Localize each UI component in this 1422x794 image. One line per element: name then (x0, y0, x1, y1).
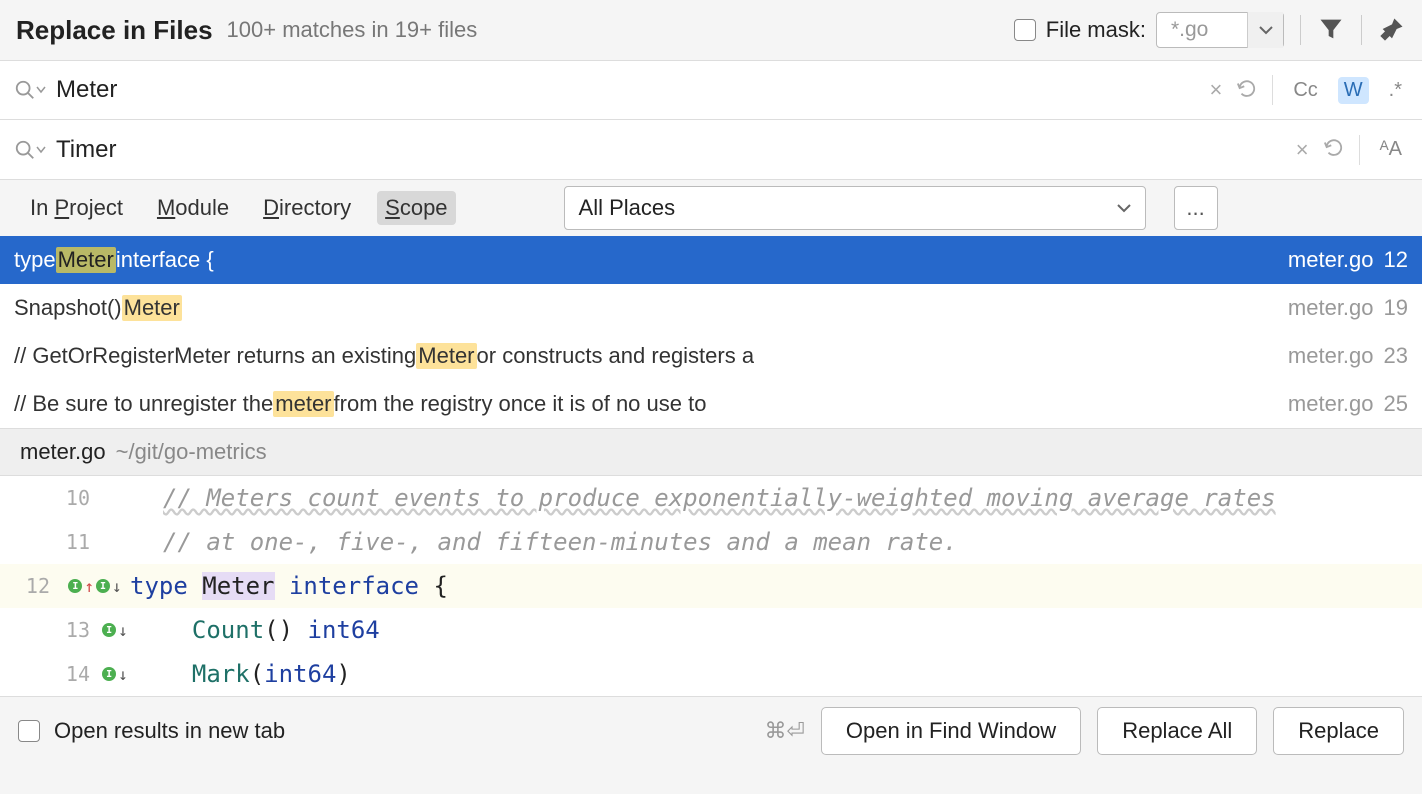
clear-search-icon[interactable]: × (1209, 77, 1222, 103)
arrow-up-icon: ↑ (84, 577, 94, 596)
result-row[interactable]: // GetOrRegisterMeter returns an existin… (0, 332, 1422, 380)
result-row[interactable]: Snapshot() Meter meter.go19 (0, 284, 1422, 332)
replace-all-button[interactable]: Replace All (1097, 707, 1257, 755)
line-number: 10 (0, 486, 100, 510)
scope-row: In Project Module Directory Scope All Pl… (0, 180, 1422, 236)
scope-tab-scope[interactable]: Scope (377, 191, 455, 225)
open-new-tab-checkbox[interactable] (18, 720, 40, 742)
code-preview[interactable]: 10 // Meters count events to produce exp… (0, 476, 1422, 696)
whole-words-toggle[interactable]: W (1338, 77, 1369, 104)
replace-input[interactable] (56, 136, 1286, 164)
preview-path: ~/git/go-metrics (116, 439, 267, 465)
preview-header: meter.go ~/git/go-metrics (0, 428, 1422, 476)
file-mask-value: *.go (1157, 18, 1247, 42)
scope-select-value: All Places (579, 195, 676, 221)
regex-toggle[interactable]: .* (1383, 77, 1408, 104)
dialog-header: Replace in Files 100+ matches in 19+ fil… (0, 0, 1422, 60)
scope-tab-project[interactable]: In Project (22, 191, 131, 225)
dialog-footer: Open results in new tab ⌘⏎ Open in Find … (0, 696, 1422, 764)
file-mask-select[interactable]: *.go (1156, 12, 1284, 48)
open-find-window-button[interactable]: Open in Find Window (821, 707, 1081, 755)
line-number: 13 (0, 618, 100, 642)
match-highlight: Meter (122, 295, 182, 321)
code-line: 12 I↑ I↓ type Meter interface { (0, 564, 1422, 608)
implements-icon[interactable]: I (68, 579, 82, 593)
code-line: 13 I↓ Count() int64 (0, 608, 1422, 652)
pin-icon[interactable] (1378, 15, 1406, 46)
preview-filename: meter.go (20, 439, 106, 465)
file-mask-checkbox[interactable] (1014, 19, 1036, 41)
arrow-down-icon: ↓ (118, 665, 128, 684)
results-list: type Meter interface { meter.go12 Snapsh… (0, 236, 1422, 428)
match-case-toggle[interactable]: Cc (1287, 77, 1323, 104)
divider (1361, 15, 1362, 45)
line-number: 14 (0, 662, 100, 686)
line-number: 11 (0, 530, 100, 554)
scope-more-button[interactable]: ... (1174, 186, 1218, 230)
scope-tab-module[interactable]: Module (149, 191, 237, 225)
history-icon[interactable] (1323, 137, 1345, 162)
divider (1359, 135, 1360, 165)
arrow-down-icon: ↓ (112, 577, 122, 596)
file-mask-label: File mask: (1046, 17, 1146, 43)
filter-icon[interactable] (1317, 15, 1345, 46)
scope-tab-directory[interactable]: Directory (255, 191, 359, 225)
match-highlight: Meter (56, 247, 116, 273)
match-highlight: Meter (416, 343, 476, 369)
search-icon[interactable] (14, 79, 46, 101)
code-line: 11 // at one-, five-, and fifteen-minute… (0, 520, 1422, 564)
code-line: 14 I↓ Mark(int64) (0, 652, 1422, 696)
result-row[interactable]: // Be sure to unregister the meter from … (0, 380, 1422, 428)
dialog-title: Replace in Files (16, 15, 213, 46)
open-new-tab-label: Open results in new tab (54, 718, 285, 744)
history-icon[interactable] (1236, 78, 1258, 103)
implemented-icon[interactable]: I (102, 667, 116, 681)
search-row: × Cc W .* (0, 60, 1422, 120)
implemented-icon[interactable]: I (102, 623, 116, 637)
replace-button[interactable]: Replace (1273, 707, 1404, 755)
chevron-down-icon (1247, 12, 1283, 48)
divider (1272, 75, 1273, 105)
divider (1300, 15, 1301, 45)
result-row[interactable]: type Meter interface { meter.go12 (0, 236, 1422, 284)
code-line: 10 // Meters count events to produce exp… (0, 476, 1422, 520)
line-number: 12 (0, 574, 60, 598)
arrow-down-icon: ↓ (118, 621, 128, 640)
preserve-case-toggle[interactable]: ᴬA (1374, 136, 1408, 163)
search-input[interactable] (56, 76, 1199, 104)
clear-replace-icon[interactable]: × (1296, 137, 1309, 163)
replace-row: × ᴬA (0, 120, 1422, 180)
match-highlight: meter (273, 391, 333, 417)
chevron-down-icon (1117, 203, 1131, 213)
shortcut-hint: ⌘⏎ (764, 718, 804, 744)
match-summary: 100+ matches in 19+ files (227, 17, 478, 43)
scope-select[interactable]: All Places (564, 186, 1146, 230)
search-icon[interactable] (14, 139, 46, 161)
implemented-icon[interactable]: I (96, 579, 110, 593)
